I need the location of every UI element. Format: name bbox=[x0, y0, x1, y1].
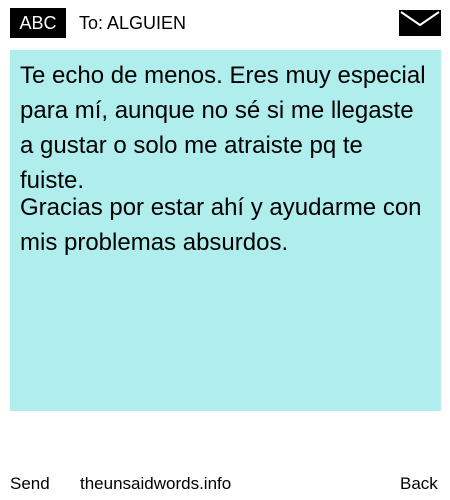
site-link[interactable]: theunsaidwords.info bbox=[80, 473, 231, 495]
header-bar: ABC To: ALGUIEN bbox=[0, 0, 450, 44]
input-mode-badge[interactable]: ABC bbox=[10, 8, 66, 38]
recipient-label: To: ALGUIEN bbox=[79, 13, 187, 33]
send-button[interactable]: Send bbox=[10, 473, 50, 495]
message-paragraph: Gracias por estar ahí y ayudarme con mis… bbox=[20, 194, 422, 256]
back-button[interactable]: Back bbox=[400, 473, 438, 495]
envelope-icon bbox=[399, 10, 441, 36]
message-paragraph: Te echo de menos. Eres muy especial para… bbox=[20, 62, 426, 194]
message-area[interactable]: Te echo de menos. Eres muy especial para… bbox=[10, 50, 441, 411]
